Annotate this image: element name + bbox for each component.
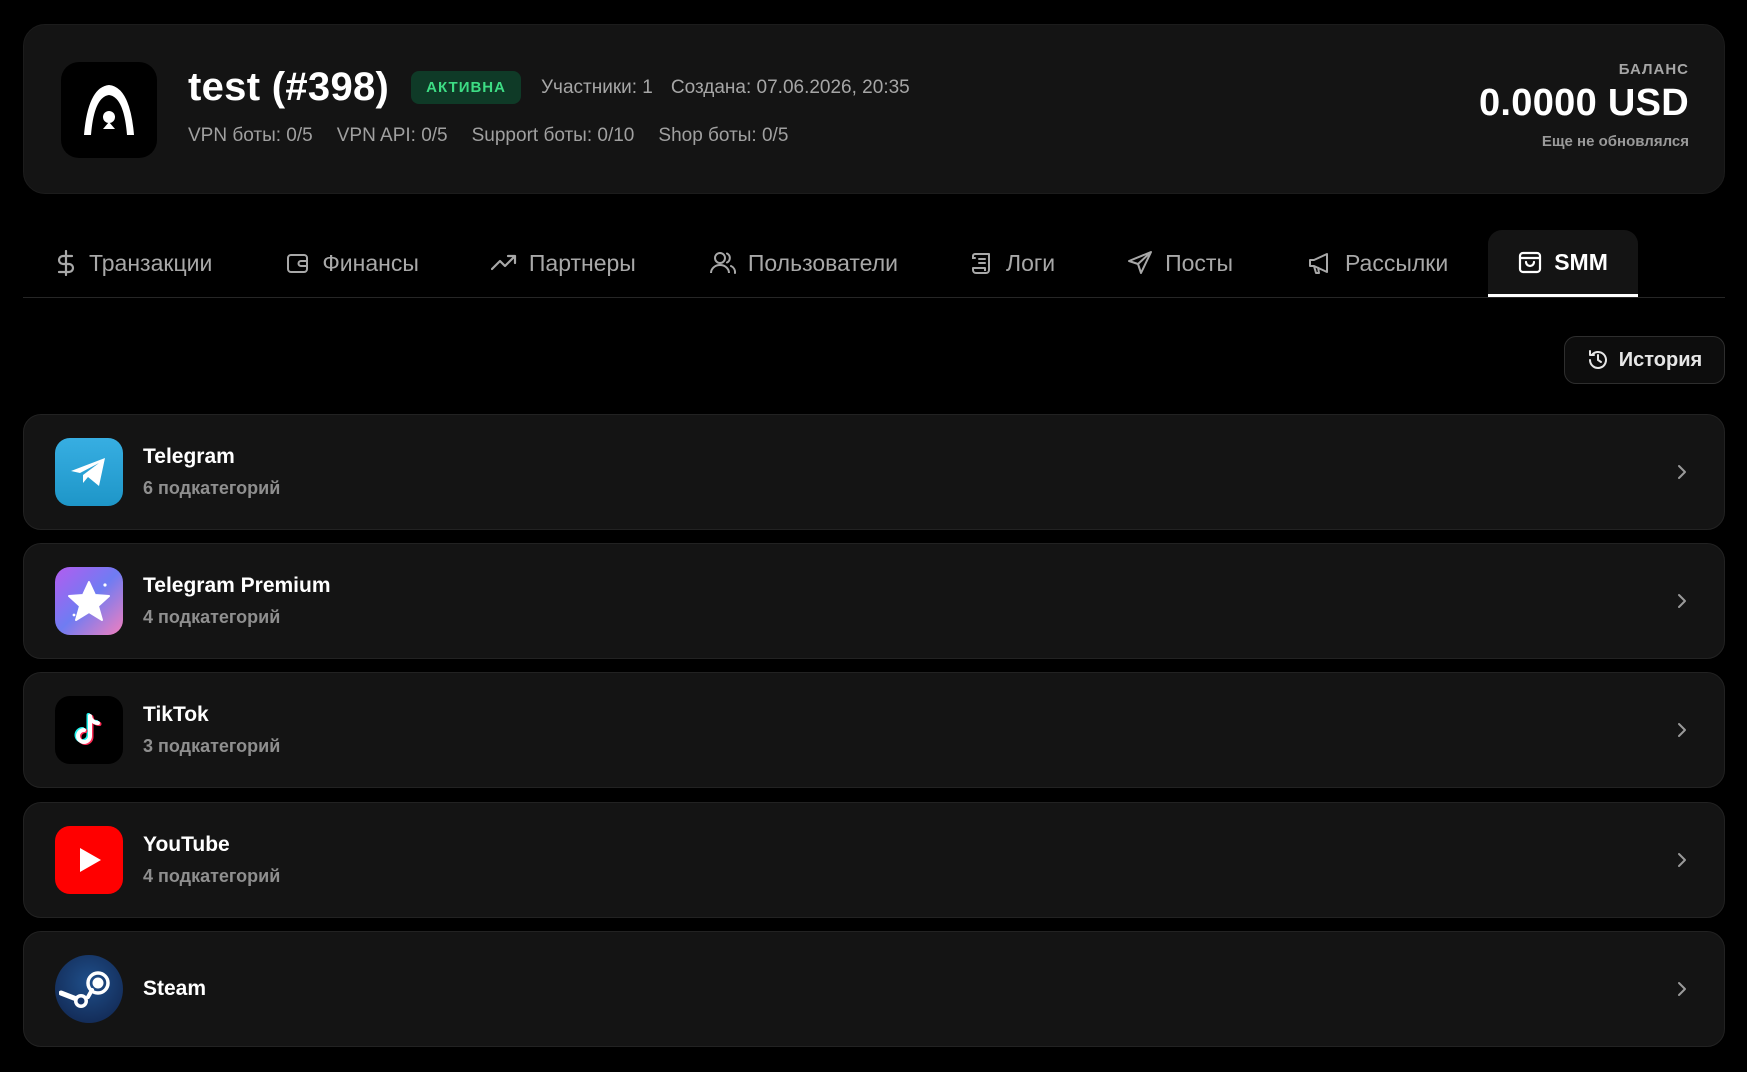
page: test (#398) АКТИВНА Участники: 1 Создана… [0, 0, 1747, 1072]
category-text: Steam [143, 977, 206, 1001]
tab-label: Посты [1165, 249, 1233, 276]
project-header-card: test (#398) АКТИВНА Участники: 1 Создана… [23, 24, 1725, 194]
tab-finances[interactable]: Финансы [286, 230, 419, 296]
chevron-right-icon [1678, 982, 1686, 996]
tab-label: SMM [1554, 248, 1608, 275]
history-icon [1588, 350, 1607, 369]
category-text: TikTok 3 подкатегорий [143, 703, 280, 757]
telegram-premium-star-icon [55, 567, 123, 635]
tab-smm[interactable]: SMM [1488, 230, 1638, 297]
users-icon [709, 252, 736, 274]
category-name: Telegram Premium [143, 574, 331, 597]
tab-mailings[interactable]: Рассылки [1307, 230, 1448, 296]
send-icon [1128, 251, 1153, 274]
category-subtitle: 4 подкатегорий [143, 866, 281, 886]
tiktok-icon [55, 696, 123, 764]
category-name: YouTube [143, 833, 230, 856]
youtube-icon [55, 826, 123, 894]
balance-note: Еще не обновлялся [1541, 133, 1689, 150]
tab-label: Партнеры [528, 249, 636, 276]
vpn-api-limit: VPN API: 0/5 [336, 125, 448, 146]
created-date: Создана: 07.06.2026, 20:35 [670, 76, 910, 98]
tab-label: Рассылки [1344, 249, 1449, 276]
category-telegram-premium[interactable]: Telegram Premium 4 подкатегорий [23, 543, 1725, 659]
category-text: Telegram Premium 4 подкатегорий [143, 574, 331, 628]
category-tiktok[interactable]: TikTok 3 подкатегорий [23, 672, 1725, 788]
status-badge: АКТИВНА [411, 71, 521, 104]
steam-icon [55, 955, 123, 1023]
megaphone-icon [1308, 253, 1328, 274]
dollar-icon [57, 250, 75, 276]
vpn-bots-limit: VPN боты: 0/5 [188, 125, 313, 146]
category-subtitle: 6 подкатегорий [143, 478, 281, 498]
category-subtitle: 3 подкатегорий [143, 736, 281, 756]
balance-label: БАЛАНС [1618, 61, 1689, 78]
category-text: Telegram 6 подкатегорий [143, 445, 280, 499]
tab-label: Финансы [322, 249, 419, 276]
shopping-bag-icon [1519, 251, 1542, 274]
history-button[interactable]: История [1564, 336, 1725, 384]
balance-block: БАЛАНС 0.0000 USD Еще не обновлялся [1479, 61, 1689, 150]
balance-value: 0.0000 USD [1478, 82, 1689, 124]
category-name: Steam [143, 977, 207, 1000]
tab-label: Логи [1005, 249, 1056, 276]
title-row: test (#398) АКТИВНА Участники: 1 Создана… [188, 65, 910, 110]
category-steam[interactable]: Steam [23, 931, 1725, 1047]
tab-logs[interactable]: Логи [970, 230, 1055, 296]
project-logo [61, 62, 157, 158]
category-name: TikTok [143, 703, 209, 726]
support-bots-limit: Support боты: 0/10 [471, 125, 635, 146]
chevron-right-icon [1678, 594, 1686, 608]
tab-partners[interactable]: Партнеры [490, 230, 636, 296]
telegram-icon [55, 438, 123, 506]
tab-users[interactable]: Пользователи [709, 230, 898, 296]
history-button-label: История [1618, 348, 1703, 371]
chevron-right-icon [1678, 723, 1686, 737]
chevron-right-icon [1678, 853, 1686, 867]
project-title: test (#398) [188, 65, 390, 109]
trend-up-icon [490, 254, 516, 271]
tab-bar: Транзакции Финансы Партнеры Пользователи [23, 230, 1725, 298]
chevron-right-icon [1678, 465, 1686, 479]
category-name: Telegram [143, 445, 235, 468]
tab-label: Транзакции [89, 249, 213, 276]
category-text: YouTube 4 подкатегорий [143, 833, 280, 887]
tab-label: Пользователи [747, 249, 898, 276]
tab-posts[interactable]: Посты [1127, 230, 1233, 296]
wallet-icon [287, 254, 309, 273]
category-telegram[interactable]: Telegram 6 подкатегорий [23, 414, 1725, 530]
project-logo-icon [84, 85, 134, 135]
category-youtube[interactable]: YouTube 4 подкатегорий [23, 802, 1725, 918]
bot-limits: VPN боты: 0/5 VPN API: 0/5 Support боты:… [188, 125, 788, 147]
shop-bots-limit: Shop боты: 0/5 [658, 125, 789, 146]
category-subtitle: 4 подкатегорий [143, 607, 281, 627]
tab-transactions[interactable]: Транзакции [55, 230, 212, 296]
members-count: Участники: 1 [540, 76, 653, 98]
scroll-icon [971, 253, 990, 274]
